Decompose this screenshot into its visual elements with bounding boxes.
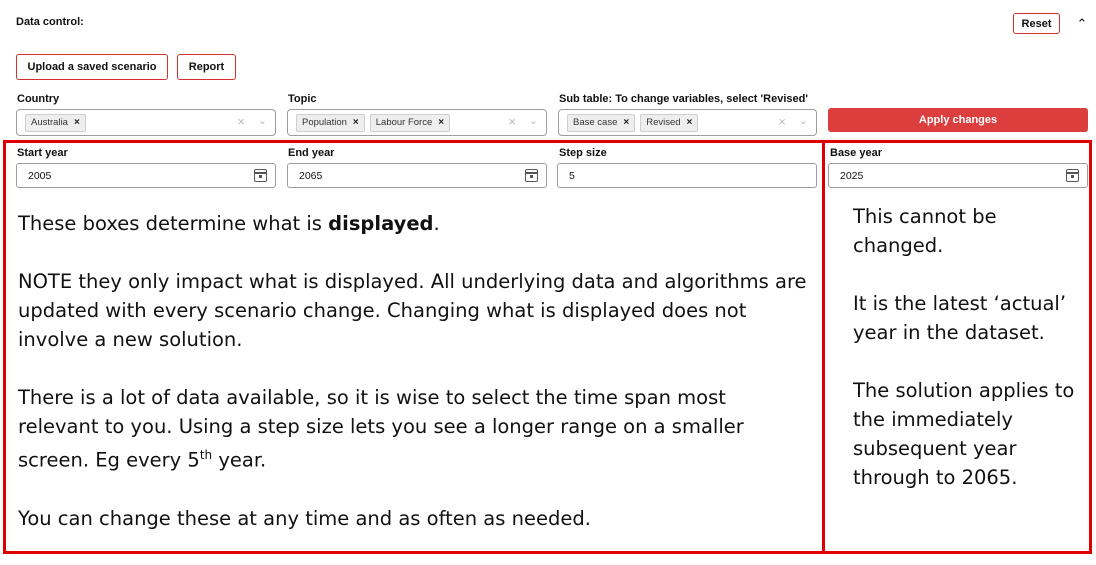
chip-remove-icon[interactable]: × <box>353 117 359 128</box>
annotation-text: There is a lot of data available, so it … <box>18 386 744 472</box>
chip-remove-icon[interactable]: × <box>623 117 629 128</box>
chip-remove-icon[interactable]: × <box>74 117 80 128</box>
annotation-text: These boxes determine what is <box>18 212 329 235</box>
country-select[interactable]: Australia × × ⌄ <box>16 109 276 136</box>
annotation-para4: You can change these at any time and as … <box>18 506 591 530</box>
chip-label: Labour Force <box>375 117 433 128</box>
annotation-para3: The solution applies to the immediately … <box>853 379 1075 489</box>
clear-icon[interactable]: × <box>237 114 245 129</box>
chip-topic: Population × <box>296 113 365 132</box>
reset-button[interactable]: Reset <box>1013 13 1060 34</box>
upload-scenario-button[interactable]: Upload a saved scenario <box>16 54 168 80</box>
annotation-para2: It is the latest ‘actual’ year in the da… <box>853 292 1067 344</box>
annotation-display-note: These boxes determine what is displayed.… <box>18 209 808 533</box>
topic-select[interactable]: Population × Labour Force × × ⌄ <box>287 109 547 136</box>
clear-icon[interactable]: × <box>508 114 516 129</box>
annotation-bold: displayed <box>328 212 434 235</box>
chip-remove-icon[interactable]: × <box>438 117 444 128</box>
annotation-sup: th <box>199 448 213 462</box>
chip-label: Australia <box>31 117 68 128</box>
annotation-para1: This cannot be changed. <box>853 205 997 257</box>
topic-label: Topic <box>288 93 317 105</box>
clear-icon[interactable]: × <box>778 114 786 129</box>
chip-remove-icon[interactable]: × <box>687 117 693 128</box>
chip-label: Population <box>302 117 347 128</box>
annotation-text: year. <box>212 448 267 472</box>
chip-topic: Labour Force × <box>369 113 451 132</box>
chevron-up-icon[interactable]: ⌃ <box>1072 14 1092 34</box>
annotation-para2: NOTE they only impact what is displayed.… <box>18 270 807 351</box>
chip-label: Base case <box>573 117 618 128</box>
chip-subtable: Revised × <box>640 113 699 132</box>
annotation-text: . <box>433 212 440 235</box>
chevron-down-icon[interactable]: ⌄ <box>258 114 267 127</box>
chip-subtable: Base case × <box>567 113 636 132</box>
chevron-down-icon[interactable]: ⌄ <box>799 114 808 127</box>
subtable-select[interactable]: Base case × Revised × × ⌄ <box>558 109 817 136</box>
chevron-down-icon[interactable]: ⌄ <box>529 114 538 127</box>
chip-country: Australia × <box>25 113 86 132</box>
apply-changes-button[interactable]: Apply changes <box>828 108 1088 132</box>
data-control-title: Data control: <box>16 16 84 28</box>
annotation-para3: There is a lot of data available, so it … <box>18 383 808 475</box>
country-label: Country <box>17 93 60 105</box>
annotation-line1: These boxes determine what is displayed. <box>18 209 808 238</box>
report-button[interactable]: Report <box>177 54 236 80</box>
annotation-base-year-note: This cannot be changed. It is the latest… <box>853 202 1078 492</box>
subtable-label: Sub table: To change variables, select '… <box>559 93 808 105</box>
chip-label: Revised <box>646 117 681 128</box>
